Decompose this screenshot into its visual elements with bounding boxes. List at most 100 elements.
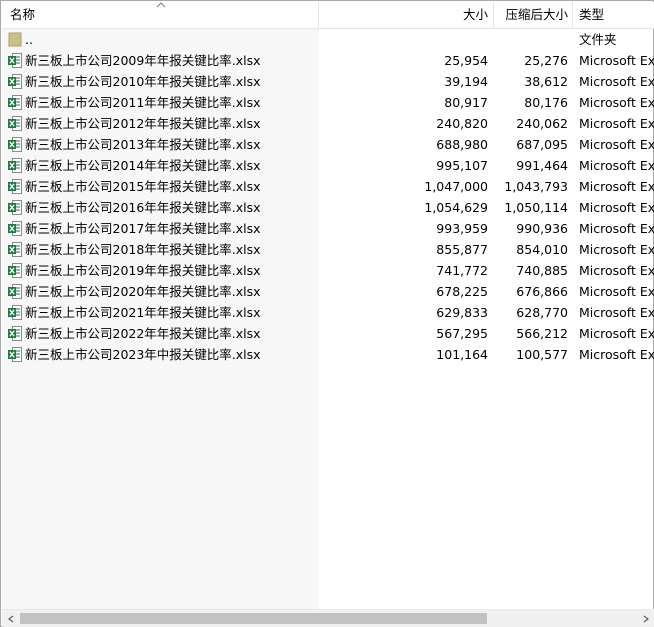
file-type: Microsoft Ex (579, 200, 654, 215)
file-name-cell: 新三板上市公司2020年年报关键比率.xlsx (8, 281, 318, 302)
file-type: Microsoft Ex (579, 74, 654, 89)
scroll-left-arrow-icon[interactable] (2, 610, 19, 627)
excel-file-icon (8, 200, 22, 215)
file-name: 新三板上市公司2015年年报关键比率.xlsx (25, 179, 261, 194)
file-type: Microsoft Ex (579, 116, 654, 131)
sort-ascending-icon (156, 2, 166, 8)
folder-up-icon (8, 32, 22, 47)
file-row[interactable]: 新三板上市公司2015年年报关键比率.xlsx 1,047,000 1,043,79… (2, 176, 654, 197)
file-name-cell: 新三板上市公司2012年年报关键比率.xlsx (8, 113, 318, 134)
file-list: .. 文件夹 新三板上市公司2009年年报关键比率.xlsx 25,954 25,2… (2, 29, 654, 365)
file-name-cell: 新三板上市公司2023年中报关键比率.xlsx (8, 344, 318, 365)
file-row[interactable]: 新三板上市公司2009年年报关键比率.xlsx 25,954 25,276 Micro… (2, 50, 654, 71)
file-row[interactable]: 新三板上市公司2023年中报关键比率.xlsx 101,164 100,577 Mic… (2, 344, 654, 365)
file-name: 新三板上市公司2017年年报关键比率.xlsx (25, 221, 261, 236)
column-divider[interactable] (572, 2, 573, 28)
file-name-cell: 新三板上市公司2015年年报关键比率.xlsx (8, 176, 318, 197)
file-compressed-size: 80,176 (524, 95, 568, 110)
file-row[interactable]: 新三板上市公司2019年年报关键比率.xlsx 741,772 740,885 Mic… (2, 260, 654, 281)
column-header-type[interactable]: 类型 (579, 2, 654, 28)
column-divider[interactable] (318, 2, 319, 28)
file-type: Microsoft Ex (579, 221, 654, 236)
file-row[interactable]: 新三板上市公司2010年年报关键比率.xlsx 39,194 38,612 Micro… (2, 71, 654, 92)
horizontal-scrollbar[interactable] (2, 609, 654, 627)
file-type: Microsoft Ex (579, 137, 654, 152)
file-row[interactable]: 新三板上市公司2022年年报关键比率.xlsx 567,295 566,212 Mic… (2, 323, 654, 344)
file-compressed-size: 566,212 (516, 326, 568, 341)
file-type: Microsoft Ex (579, 53, 654, 68)
file-compressed-size: 240,062 (516, 116, 568, 131)
file-row[interactable]: 新三板上市公司2018年年报关键比率.xlsx 855,877 854,010 Mic… (2, 239, 654, 260)
file-compressed-size: 1,050,114 (504, 200, 568, 215)
archive-file-list-window: 名称 大小 压缩后大小 类型 .. 文件夹 新三板上市公司2009年年报关键比率… (0, 0, 654, 627)
file-name: 新三板上市公司2009年年报关键比率.xlsx (25, 53, 261, 68)
excel-file-icon (8, 305, 22, 320)
file-type: Microsoft Ex (579, 284, 654, 299)
file-name: 新三板上市公司2013年年报关键比率.xlsx (25, 137, 261, 152)
excel-file-icon (8, 242, 22, 257)
file-size: 1,047,000 (424, 179, 488, 194)
file-type: Microsoft Ex (579, 95, 654, 110)
excel-file-icon (8, 179, 22, 194)
file-compressed-size: 100,577 (516, 347, 568, 362)
file-size: 688,980 (436, 137, 488, 152)
file-name: 新三板上市公司2016年年报关键比率.xlsx (25, 200, 261, 215)
file-compressed-size: 628,770 (516, 305, 568, 320)
excel-file-icon (8, 53, 22, 68)
file-type: Microsoft Ex (579, 179, 654, 194)
scrollbar-thumb[interactable] (20, 613, 487, 624)
file-name: 新三板上市公司2014年年报关键比率.xlsx (25, 158, 261, 173)
excel-file-icon (8, 347, 22, 362)
parent-folder-row[interactable]: .. 文件夹 (2, 29, 654, 50)
file-name: 新三板上市公司2018年年报关键比率.xlsx (25, 242, 261, 257)
file-name-cell: 新三板上市公司2022年年报关键比率.xlsx (8, 323, 318, 344)
column-header-bar: 名称 大小 压缩后大小 类型 (2, 2, 654, 29)
file-name-cell: 新三板上市公司2014年年报关键比率.xlsx (8, 155, 318, 176)
file-row[interactable]: 新三板上市公司2016年年报关键比率.xlsx 1,054,629 1,050,11… (2, 197, 654, 218)
file-type: Microsoft Ex (579, 305, 654, 320)
file-row[interactable]: 新三板上市公司2017年年报关键比率.xlsx 993,959 990,936 Mic… (2, 218, 654, 239)
file-size: 1,054,629 (424, 200, 488, 215)
excel-file-icon (8, 74, 22, 89)
file-name-cell: 新三板上市公司2010年年报关键比率.xlsx (8, 71, 318, 92)
parent-folder-type: 文件夹 (579, 32, 617, 47)
file-name: 新三板上市公司2020年年报关键比率.xlsx (25, 284, 261, 299)
file-compressed-size: 38,612 (524, 74, 568, 89)
file-row[interactable]: 新三板上市公司2021年年报关键比率.xlsx 629,833 628,770 Mic… (2, 302, 654, 323)
file-name-cell: 新三板上市公司2018年年报关键比率.xlsx (8, 239, 318, 260)
file-type: Microsoft Ex (579, 242, 654, 257)
file-name: 新三板上市公司2023年中报关键比率.xlsx (25, 347, 261, 362)
column-header-compressed-size[interactable]: 压缩后大小 (494, 2, 568, 28)
file-name-cell: 新三板上市公司2011年年报关键比率.xlsx (8, 92, 318, 113)
file-name: 新三板上市公司2011年年报关键比率.xlsx (25, 95, 261, 110)
file-name: 新三板上市公司2012年年报关键比率.xlsx (25, 116, 261, 131)
file-compressed-size: 854,010 (516, 242, 568, 257)
parent-folder-label: .. (25, 32, 33, 47)
file-name: 新三板上市公司2022年年报关键比率.xlsx (25, 326, 261, 341)
excel-file-icon (8, 95, 22, 110)
file-row[interactable]: 新三板上市公司2020年年报关键比率.xlsx 678,225 676,866 Mic… (2, 281, 654, 302)
file-size: 567,295 (436, 326, 488, 341)
file-row[interactable]: 新三板上市公司2013年年报关键比率.xlsx 688,980 687,095 Mic… (2, 134, 654, 155)
file-compressed-size: 687,095 (516, 137, 568, 152)
excel-file-icon (8, 263, 22, 278)
file-row[interactable]: 新三板上市公司2011年年报关键比率.xlsx 80,917 80,176 Micro… (2, 92, 654, 113)
scroll-right-arrow-icon[interactable] (637, 610, 654, 627)
file-size: 741,772 (436, 263, 488, 278)
file-row[interactable]: 新三板上市公司2012年年报关键比率.xlsx 240,820 240,062 Mic… (2, 113, 654, 134)
file-size: 39,194 (444, 74, 488, 89)
file-row[interactable]: 新三板上市公司2014年年报关键比率.xlsx 995,107 991,464 Mic… (2, 155, 654, 176)
file-size: 629,833 (436, 305, 488, 320)
file-size: 855,877 (436, 242, 488, 257)
file-name-cell: 新三板上市公司2016年年报关键比率.xlsx (8, 197, 318, 218)
file-size: 101,164 (436, 347, 488, 362)
excel-file-icon (8, 137, 22, 152)
file-size: 678,225 (436, 284, 488, 299)
column-header-name[interactable]: 名称 (10, 2, 150, 28)
column-header-size[interactable]: 大小 (322, 2, 488, 28)
file-name-cell: 新三板上市公司2017年年报关键比率.xlsx (8, 218, 318, 239)
excel-file-icon (8, 221, 22, 236)
file-name: 新三板上市公司2019年年报关键比率.xlsx (25, 263, 261, 278)
file-compressed-size: 740,885 (516, 263, 568, 278)
excel-file-icon (8, 158, 22, 173)
